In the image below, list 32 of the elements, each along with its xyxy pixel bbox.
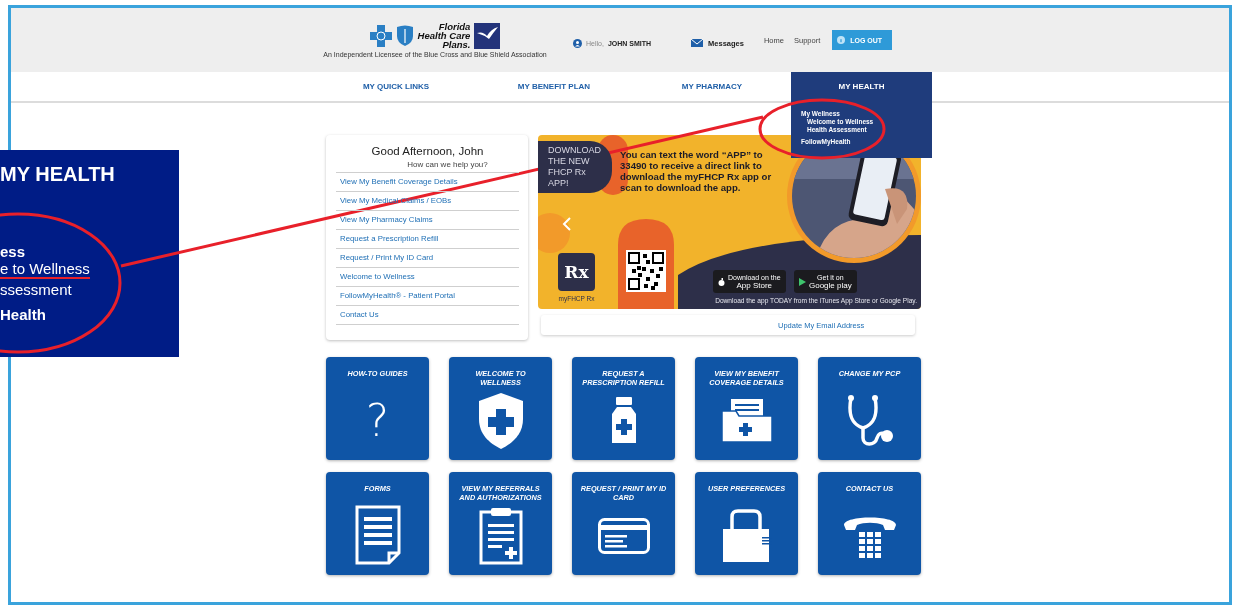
card-title: Good Afternoon, John — [370, 145, 485, 157]
play-icon — [799, 277, 806, 286]
document-icon — [354, 505, 401, 565]
user-icon — [573, 38, 582, 48]
question-mark-icon: ? — [365, 398, 390, 443]
callout-text: e to Wellness — [0, 261, 90, 279]
qr-code-icon — [626, 250, 666, 292]
clipboard-icon — [478, 506, 523, 565]
logo-text: Florida Health Care Plans. — [417, 22, 471, 49]
card-subtitle: How can we help you? — [406, 160, 489, 169]
callout-text: ess — [0, 242, 27, 261]
shield-icon — [477, 391, 524, 450]
chevron-left-icon[interactable] — [562, 217, 572, 231]
padlock-icon — [721, 508, 772, 563]
banner-badge: DOWNLOAD THE NEW FHCP Rx APP! — [538, 141, 612, 193]
nav-tab[interactable]: MY BENEFIT PLAN — [475, 72, 633, 101]
info-icon — [837, 36, 846, 44]
callout-text: Health — [0, 305, 47, 324]
id-card-icon — [597, 517, 650, 554]
cross-logo-icon — [369, 24, 392, 47]
medicine-bottle-icon — [609, 396, 638, 445]
folder-icon — [720, 398, 773, 443]
envelope-icon — [691, 39, 704, 47]
banner-message: You can text the word “APP” to 33490 to receive a direct link to download the myFHCP Rx app or scan to download the app. — [620, 149, 773, 193]
apple-icon — [718, 277, 725, 286]
callout-title: MY HEALTH — [0, 163, 115, 186]
callout-text: ssessment — [0, 280, 73, 299]
app-icon: Rx — [558, 253, 595, 291]
nav-tab[interactable]: MY PHARMACY — [633, 72, 791, 101]
nav-tab[interactable]: MY QUICK LINKS — [317, 72, 475, 101]
shield-logo-icon — [395, 24, 414, 47]
bird-logo-icon — [474, 22, 501, 49]
